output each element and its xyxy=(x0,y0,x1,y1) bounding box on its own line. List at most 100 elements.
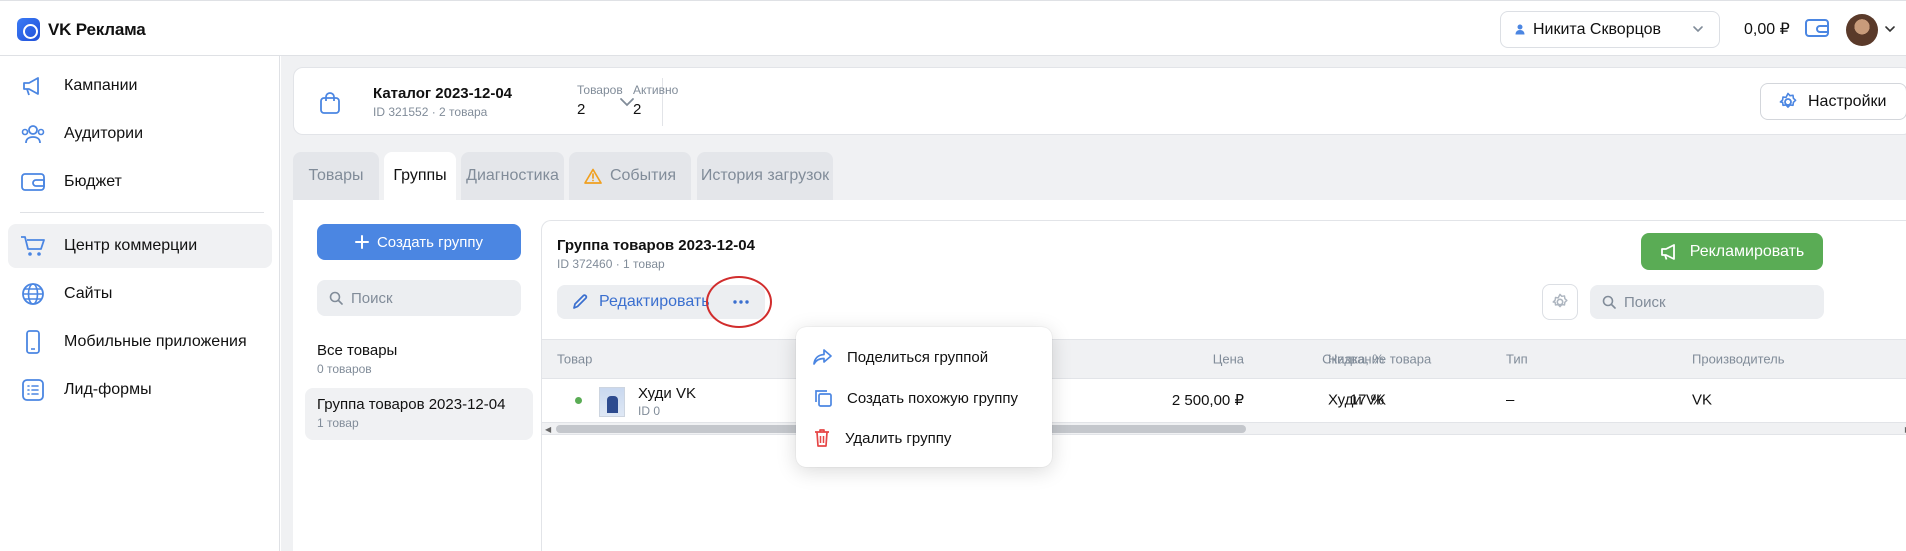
menu-item-delete-group[interactable]: Удалить группу xyxy=(796,418,1052,458)
pencil-icon xyxy=(573,294,588,309)
menu-item-label: Создать похожую группу xyxy=(847,389,1018,407)
plus-icon xyxy=(354,235,369,249)
sidebar-item-label: Сайты xyxy=(64,285,113,302)
group-subtitle: 0 товаров xyxy=(317,362,372,376)
tab-label: Диагностика xyxy=(466,167,559,184)
sidebar-item-label: Мобильные приложения xyxy=(64,333,247,350)
group-detail-title: Группа товаров 2023-12-04 xyxy=(557,237,755,254)
logo-text: VK Реклама xyxy=(48,19,146,39)
product-name: Худи VK xyxy=(638,385,696,402)
sidebar-item-sites[interactable]: Сайты xyxy=(8,272,272,316)
account-name: Никита Скворцов xyxy=(1533,20,1661,38)
group-subtitle: 1 товар xyxy=(317,416,359,430)
column-header[interactable]: Производитель xyxy=(1692,352,1785,367)
main-area: Каталог 2023-12-04 ID 321552 · 2 товара … xyxy=(281,56,1906,551)
tab-label: События xyxy=(609,167,677,184)
create-group-label: Создать группу xyxy=(376,233,484,251)
menu-item-create-similar-group[interactable]: Создать похожую группу xyxy=(796,378,1052,418)
tab-label: Товары xyxy=(308,167,364,184)
edit-label: Редактировать xyxy=(599,293,710,310)
shopping-bag-icon xyxy=(320,92,340,114)
table-row[interactable]: Худи VK ID 0 ии 2 500,00 ₽ 17 % Худи VK … xyxy=(542,379,1906,421)
globe-icon xyxy=(20,281,46,307)
menu-item-label: Удалить группу xyxy=(845,429,952,447)
sidebar-item-lead-forms[interactable]: Лид-формы xyxy=(8,368,272,412)
group-detail-panel: Группа товаров 2023-12-04 ID 372460 · 1 … xyxy=(541,220,1906,551)
stat-value: 2 xyxy=(633,101,642,118)
wallet-icon[interactable] xyxy=(1804,17,1830,39)
sidebar-item-label: Лид-формы xyxy=(64,381,152,398)
cell-manufacturer: VK xyxy=(1692,391,1713,409)
stat-products: Товаров 2 xyxy=(577,83,623,118)
stat-label: Товаров xyxy=(577,83,623,97)
product-thumbnail xyxy=(599,387,625,417)
chevron-down-icon[interactable] xyxy=(1884,23,1896,35)
table-settings-button[interactable] xyxy=(1542,284,1578,320)
product-search-input[interactable] xyxy=(1624,293,1814,311)
catalog-title: Каталог 2023-12-04 xyxy=(373,85,513,102)
gear-icon xyxy=(1779,92,1797,108)
cell-product-title: Худи VK xyxy=(1328,391,1386,409)
logo[interactable]: VK Реклама xyxy=(17,18,146,41)
group-title: Группа товаров 2023-12-04 xyxy=(317,396,506,413)
tab-diagnostics[interactable]: Диагностика xyxy=(461,152,564,200)
trash-icon xyxy=(815,429,829,447)
cart-icon xyxy=(20,233,46,259)
cell-price: 2 500,00 ₽ xyxy=(1171,392,1244,409)
list-icon xyxy=(20,377,46,403)
group-search-input[interactable] xyxy=(351,289,511,307)
stat-active: Активно 2 xyxy=(633,83,678,118)
avatar[interactable] xyxy=(1846,14,1878,46)
user-icon xyxy=(1515,24,1525,35)
tab-products[interactable]: Товары xyxy=(293,152,379,200)
catalog-subtitle: ID 321552 · 2 товара xyxy=(373,105,488,119)
phone-icon xyxy=(20,329,46,355)
settings-button[interactable]: Настройки xyxy=(1760,83,1906,120)
search-icon xyxy=(1602,295,1616,309)
tab-label: История загрузок xyxy=(700,167,830,184)
advertise-label: Рекламировать xyxy=(1689,242,1805,260)
account-select[interactable]: Никита Скворцов xyxy=(1500,11,1720,48)
group-title: Все товары xyxy=(317,342,398,359)
table-header: Товар Цена Скидка, % Название товара Тип… xyxy=(542,339,1906,379)
share-icon xyxy=(813,349,832,365)
sidebar-item-label: Аудитории xyxy=(64,125,144,142)
group-item-selected[interactable]: Группа товаров 2023-12-04 1 товар xyxy=(305,388,533,440)
tab-events[interactable]: События xyxy=(569,152,691,200)
column-header[interactable]: Товар xyxy=(557,352,592,367)
megaphone-icon xyxy=(20,73,46,99)
sidebar-item-audiences[interactable]: Аудитории xyxy=(8,112,272,156)
sidebar-item-campaigns[interactable]: Кампании xyxy=(8,64,272,108)
warning-icon xyxy=(584,168,602,184)
advertise-button[interactable]: Рекламировать xyxy=(1641,233,1823,270)
catalog-card: Каталог 2023-12-04 ID 321552 · 2 товара … xyxy=(293,67,1906,135)
sidebar-item-label: Кампании xyxy=(64,77,138,94)
column-header[interactable]: Тип xyxy=(1506,352,1528,367)
sidebar-item-label: Центр коммерции xyxy=(64,237,198,254)
horizontal-scrollbar[interactable]: ◀ ▶ xyxy=(542,422,1906,435)
gear-icon xyxy=(1552,293,1568,308)
vk-ads-logo-icon xyxy=(17,18,40,41)
group-detail-subtitle: ID 372460 · 1 товар xyxy=(557,257,665,271)
sidebar-item-budget[interactable]: Бюджет xyxy=(8,160,272,204)
tab-groups[interactable]: Группы xyxy=(384,152,456,200)
scroll-left-arrow-icon[interactable]: ◀ xyxy=(545,425,551,434)
balance[interactable]: 0,00 ₽ xyxy=(1744,19,1790,39)
sidebar-item-commerce-center[interactable]: Центр коммерции xyxy=(8,224,272,268)
sidebar: Кампании Аудитории Бюджет Центр коммерци… xyxy=(0,56,280,551)
create-group-button[interactable]: Создать группу xyxy=(317,224,521,260)
wallet-icon xyxy=(20,169,46,195)
sidebar-item-mobile-apps[interactable]: Мобильные приложения xyxy=(8,320,272,364)
product-id: ID 0 xyxy=(638,404,661,418)
menu-item-share-group[interactable]: Поделиться группой xyxy=(796,337,1052,377)
stat-value: 2 xyxy=(577,101,586,118)
megaphone-icon xyxy=(1660,243,1675,260)
chevron-down-icon xyxy=(1693,26,1703,33)
column-header[interactable]: Цена xyxy=(1213,352,1244,367)
product-search[interactable] xyxy=(1590,285,1824,319)
group-item-all[interactable]: Все товары 0 товаров xyxy=(305,334,533,386)
tab-upload-history[interactable]: История загрузок xyxy=(697,152,833,200)
column-header[interactable]: Название товара xyxy=(1328,352,1431,367)
group-search[interactable] xyxy=(317,280,521,316)
sidebar-item-label: Бюджет xyxy=(64,173,122,190)
